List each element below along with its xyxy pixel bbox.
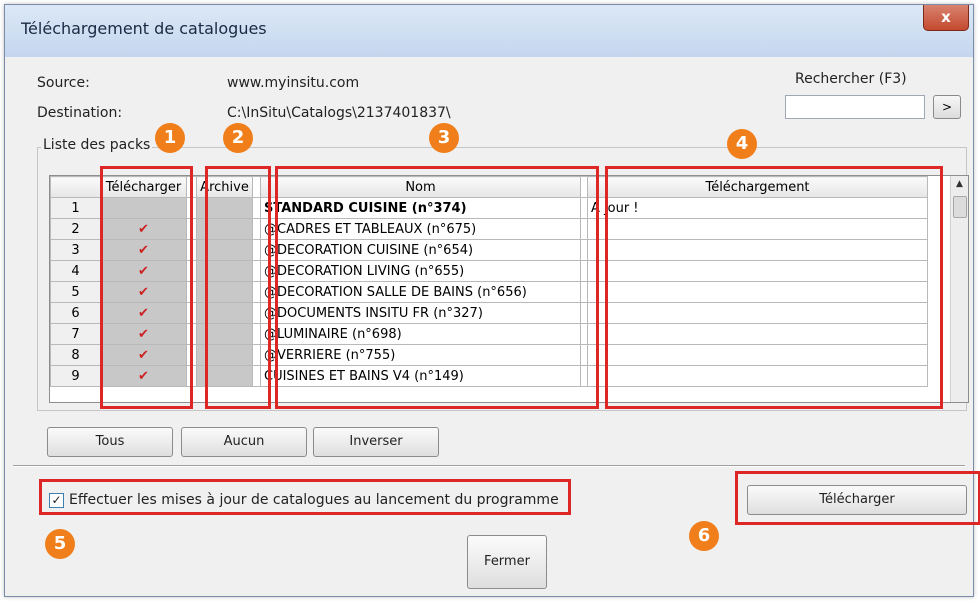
close-button[interactable]: Fermer — [467, 535, 547, 589]
callout-badge-3: 3 — [429, 123, 459, 153]
callout-box-download-button — [735, 471, 980, 525]
callout-box-name-column — [275, 166, 599, 409]
row-number: 6 — [50, 302, 101, 324]
row-number: 8 — [50, 344, 101, 366]
row-number: 7 — [50, 323, 101, 345]
source-value: www.myinsitu.com — [227, 75, 360, 91]
scroll-up-arrow-icon[interactable]: ▲ — [951, 176, 968, 193]
destination-label: Destination: — [37, 105, 123, 121]
invert-selection-button[interactable]: Inverser — [313, 427, 439, 457]
callout-box-download-column — [100, 166, 193, 409]
callout-badge-6: 6 — [689, 521, 719, 551]
search-button[interactable]: > — [933, 95, 961, 119]
row-number: 3 — [50, 239, 101, 261]
search-label: Rechercher (F3) — [795, 71, 907, 87]
callout-box-progress-column — [605, 166, 943, 409]
row-number: 9 — [50, 365, 101, 387]
packs-group-label: Liste des packs — [41, 137, 153, 153]
callout-badge-1: 1 — [155, 123, 185, 153]
select-all-button[interactable]: Tous — [47, 427, 173, 457]
scrollbar-thumb[interactable] — [953, 196, 967, 218]
row-number-header — [50, 176, 101, 198]
row-number: 1 — [50, 197, 101, 219]
close-window-button[interactable]: x — [923, 5, 969, 31]
callout-badge-2: 2 — [223, 123, 253, 153]
catalog-download-dialog: Téléchargement de catalogues x Source: w… — [4, 4, 980, 597]
vertical-scrollbar[interactable]: ▲ — [950, 176, 968, 402]
callout-box-archive-column — [205, 166, 271, 409]
source-label: Source: — [37, 75, 90, 91]
search-input[interactable] — [785, 95, 925, 119]
row-number: 2 — [50, 218, 101, 240]
row-number: 5 — [50, 281, 101, 303]
select-none-button[interactable]: Aucun — [181, 427, 307, 457]
callout-box-auto-update — [39, 479, 571, 515]
title-bar: Téléchargement de catalogues x — [5, 5, 973, 57]
callout-badge-4: 4 — [727, 129, 757, 159]
window-title: Téléchargement de catalogues — [21, 19, 267, 38]
divider — [13, 465, 965, 467]
destination-value: C:\InSitu\Catalogs\2137401837\ — [227, 105, 451, 121]
row-number: 4 — [50, 260, 101, 282]
callout-badge-5: 5 — [45, 529, 75, 559]
